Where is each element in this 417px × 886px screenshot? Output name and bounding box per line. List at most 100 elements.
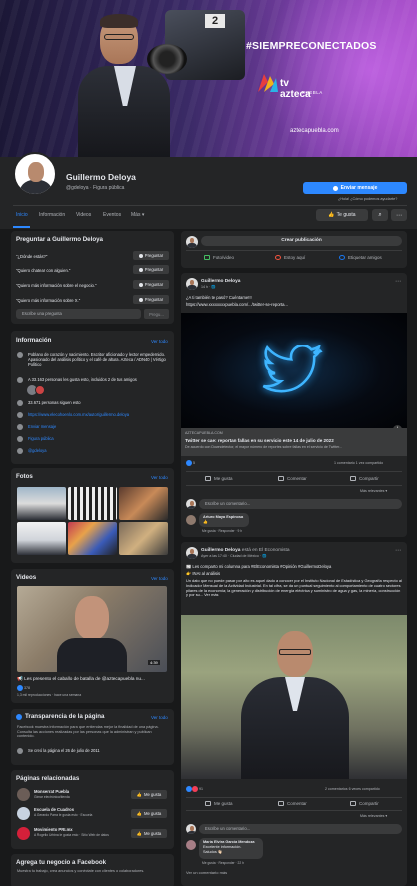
ask-button[interactable]: Preguntar: [133, 295, 169, 304]
video-thumbnail[interactable]: 4:39: [17, 586, 167, 672]
reaction-count[interactable]: 5: [186, 460, 195, 466]
photo-video-button[interactable]: Foto/video: [204, 255, 234, 260]
check-in-button[interactable]: Estoy aquí: [275, 255, 305, 260]
related-like-button[interactable]: 👍 Me gusta: [131, 809, 167, 818]
ask-question: "¿Dónde estás?": [16, 254, 48, 259]
comment-share-count[interactable]: 1 comentario 1 vez compartido: [334, 461, 383, 465]
like-reaction-icon: [17, 685, 23, 691]
video-caption[interactable]: 📢 Les presento el caballo de batalla de …: [17, 676, 145, 682]
page-avatar[interactable]: [17, 788, 30, 801]
page-avatar[interactable]: [17, 807, 30, 820]
thumbs-up-icon: [17, 377, 23, 383]
photos-title: Fotos: [16, 473, 33, 480]
videos-see-all-link[interactable]: Ver todo: [151, 576, 168, 581]
user-avatar[interactable]: [186, 236, 198, 248]
cover-photo[interactable]: 2 #SIEMPRECONECTADOS tv azteca PUEBLA az…: [0, 0, 417, 157]
videos-title: Videos: [16, 574, 37, 581]
author-avatar[interactable]: [186, 547, 198, 559]
post-options-icon[interactable]: ⋯: [395, 547, 401, 554]
user-avatar[interactable]: [186, 824, 196, 834]
post-photo[interactable]: [181, 615, 407, 779]
profile-avatar[interactable]: [13, 152, 57, 196]
post-options-icon[interactable]: ⋯: [395, 278, 401, 285]
photo-thumbnail[interactable]: [17, 487, 66, 520]
flag-icon: [17, 748, 23, 754]
post-text: Un dato que no puede pasar por alto es a…: [186, 578, 402, 598]
transparency-see-all-link[interactable]: Ver todo: [151, 715, 168, 720]
create-post-button[interactable]: Crear publicación: [201, 236, 402, 246]
user-avatar[interactable]: [186, 499, 196, 509]
photo-thumbnail[interactable]: [17, 522, 66, 555]
related-page-name[interactable]: Escuela de Cuadros: [34, 807, 74, 812]
ask-button[interactable]: Preguntar: [133, 265, 169, 274]
commenter-avatar[interactable]: [186, 515, 196, 525]
post-link[interactable]: https://www.xxxxxxxxpuebla.com/.../twitt…: [186, 302, 288, 307]
send-message-button[interactable]: Enviar mensaje: [303, 182, 407, 194]
post-subtitle: 👉 INAI al análisis: [186, 571, 221, 576]
comment-input[interactable]: Escribe un comentario...: [199, 824, 402, 834]
more-options-button[interactable]: ⋯: [391, 209, 407, 221]
photo-thumbnail[interactable]: [68, 522, 117, 555]
comment-actions[interactable]: Me gusta · Responder · 22 h: [202, 861, 244, 865]
ask-submit-button[interactable]: Pregu...: [144, 309, 169, 319]
comment-share-count[interactable]: 2 comentarios 6 veces compartido: [325, 787, 380, 791]
link-preview-image[interactable]: i: [181, 313, 407, 428]
like-button[interactable]: Me gusta: [205, 476, 233, 481]
search-button[interactable]: ⌕: [372, 209, 388, 221]
page-created-row: Se creó la página el 26 de julio de 2011: [17, 748, 100, 754]
tab-more[interactable]: Más ▾: [131, 212, 144, 218]
post-meta[interactable]: 14 h · 🌐: [201, 285, 216, 289]
comment-input[interactable]: Escribe un comentario...: [199, 499, 402, 509]
commenter-name[interactable]: Arturo Maya Espinosa: [203, 515, 245, 520]
photo-thumbnail[interactable]: [68, 487, 117, 520]
photos-see-all-link[interactable]: Ver todo: [151, 475, 168, 480]
ask-button[interactable]: Preguntar: [133, 251, 169, 260]
related-like-button[interactable]: 👍 Me gusta: [131, 790, 167, 799]
page-avatar[interactable]: [17, 827, 30, 840]
like-button[interactable]: Me gusta: [205, 801, 233, 806]
info-see-all-link[interactable]: Ver todo: [151, 339, 168, 344]
view-more-comments-link[interactable]: Ver un comentario más: [186, 870, 227, 875]
comment-button[interactable]: Comentar: [278, 801, 307, 806]
friend-avatar[interactable]: [35, 385, 45, 395]
tab-videos[interactable]: Videos: [76, 212, 91, 218]
info-message-row[interactable]: Enviar mensaje: [17, 424, 56, 430]
question-input[interactable]: Escribe una pregunta: [16, 309, 141, 319]
commenter-avatar[interactable]: [186, 840, 196, 850]
tab-home[interactable]: Inicio: [16, 212, 28, 218]
tag-friends-button[interactable]: Etiquetar amigos: [339, 255, 382, 260]
post-meta[interactable]: Ayer a las 17:40 · Ciudad de México · 🌐: [201, 554, 267, 558]
info-category-row[interactable]: Figura pública: [17, 436, 54, 442]
related-page-name[interactable]: Movimiento PRI.mx: [34, 827, 73, 832]
messenger-icon: [332, 185, 338, 191]
thumbs-up-icon: 👍: [136, 830, 142, 836]
photo-icon: [204, 255, 210, 260]
like-page-button[interactable]: 👍 Te gusta: [316, 209, 368, 221]
link-headline[interactable]: Twitter se cae: reportan fallas en su se…: [185, 438, 334, 443]
video-meta: 1,3 mil reproducciones · hace una semana: [17, 693, 82, 697]
info-handle-row[interactable]: @gdeloya: [17, 448, 47, 454]
post-author[interactable]: Guillermo Deloya: [201, 279, 240, 284]
related-like-button[interactable]: 👍 Me gusta: [131, 829, 167, 838]
business-text: Muestra tu trabajo, crea anuncios y coné…: [17, 869, 145, 873]
sort-comments-dropdown[interactable]: Más relevantes ▾: [360, 489, 387, 493]
sort-comments-dropdown[interactable]: Más relevantes ▾: [360, 814, 387, 818]
tab-info[interactable]: Información: [39, 212, 65, 218]
messenger-icon: [138, 282, 143, 287]
messenger-icon: [138, 267, 143, 272]
ask-button[interactable]: Preguntar: [133, 280, 169, 289]
tab-events[interactable]: Eventos: [103, 212, 121, 218]
thumbs-up-icon: [205, 801, 211, 806]
video-reactions: 378: [17, 685, 30, 691]
comment-actions[interactable]: Me gusta · Responder · 9 h: [202, 529, 242, 533]
share-button[interactable]: Compartir: [350, 476, 379, 481]
info-website-row[interactable]: https://www.elecohoenlo.com.mx/autor/gui…: [17, 412, 129, 418]
author-avatar[interactable]: [186, 278, 198, 290]
related-page-name[interactable]: Monserrat Puebla: [34, 789, 69, 794]
photo-thumbnail[interactable]: [119, 487, 168, 520]
share-button[interactable]: Compartir: [350, 801, 379, 806]
reaction-count[interactable]: 91: [186, 786, 203, 792]
info-likes-row: A 33.163 personas les gusta esto, inclui…: [17, 377, 167, 383]
comment-button[interactable]: Comentar: [278, 476, 307, 481]
photo-thumbnail[interactable]: [119, 522, 168, 555]
